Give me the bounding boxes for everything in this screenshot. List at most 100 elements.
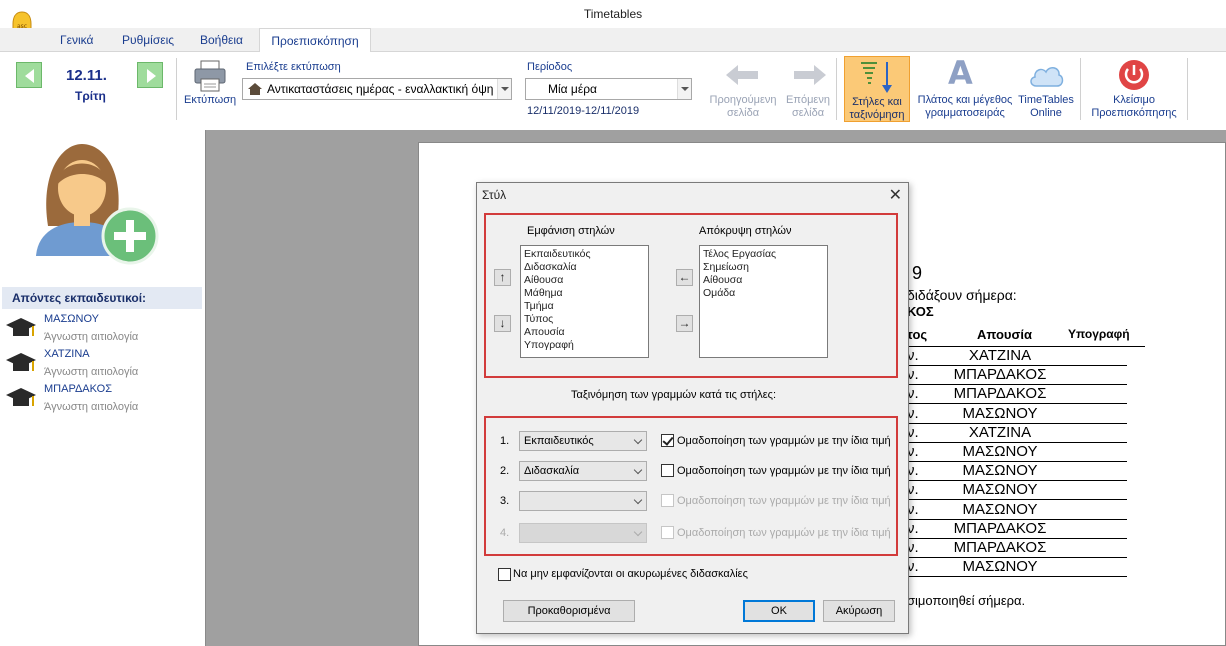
separator [1187, 58, 1188, 120]
ribbon-toolbar: 12.11. Τρίτη Εκτύπωση Επιλέξτε εκτύπωση … [0, 52, 1226, 130]
hidden-columns-list[interactable]: Τέλος Εργασίας Σημείωση Αίθουσα Ομάδα [699, 245, 828, 358]
list-item[interactable]: Αίθουσα [524, 274, 645, 287]
table-row-absence: ΜΑΣΩΝΟΥ [962, 462, 1038, 479]
font-size-button[interactable]: Πλάτος και μέγεθος γραμματοσειράς [914, 94, 1016, 120]
house-icon [248, 83, 262, 95]
period-range: 12/11/2019-12/11/2019 [527, 105, 640, 117]
table-row-absence: ΜΠΑΡΔΑΚΟΣ [953, 520, 1047, 537]
sort-column-select-2[interactable]: Διδασκαλία [519, 461, 647, 481]
close-icon[interactable]: ✕ [889, 185, 902, 205]
list-item[interactable]: Αίθουσα [703, 274, 824, 287]
chevron-down-icon [633, 495, 643, 505]
printer-icon[interactable] [193, 60, 227, 92]
move-up-button[interactable]: ↑ [494, 269, 511, 286]
table-row-line [907, 576, 1127, 577]
dialog-title: Στύλ [482, 188, 507, 202]
window-title: Timetables [583, 7, 643, 21]
list-item[interactable]: Τμήμα [524, 300, 645, 313]
hide-cancelled-checkbox[interactable] [498, 568, 511, 581]
add-teacher-avatar-icon[interactable] [30, 136, 162, 266]
shown-columns-list[interactable]: Εκπαιδευτικός Διδασκαλία Αίθουσα Μάθημα … [520, 245, 649, 358]
separator [176, 58, 177, 120]
sort-column-value: Διδασκαλία [524, 465, 580, 477]
move-down-button[interactable]: ↓ [494, 315, 511, 332]
chevron-down-icon [633, 465, 643, 475]
group-label: Ομαδοποίηση των γραμμών με την ίδια τιμή [677, 435, 891, 447]
period-select[interactable]: Μία μέρα [525, 78, 692, 100]
cancel-button[interactable]: Ακύρωση [823, 600, 895, 622]
print-type-select[interactable]: Αντικαταστάσεις ημέρας - εναλλακτική όψη [242, 78, 512, 100]
list-item[interactable]: Μάθημα [524, 287, 645, 300]
title-bar: Timetables [0, 0, 1226, 28]
page-fragment: 9 [912, 263, 923, 283]
current-date: 12.11. [66, 67, 107, 84]
page-fragment: ΚΟΣ [907, 304, 934, 319]
sort-columns-icon [861, 62, 892, 93]
timetables-online-button[interactable]: TimeTables Online [1017, 94, 1075, 120]
next-page-button[interactable]: Επόμενη σελίδα [783, 94, 833, 120]
absent-teacher-name[interactable]: ΜΑΣΩΝΟΥ [44, 313, 99, 325]
group-checkbox-2[interactable] [661, 464, 674, 477]
list-item[interactable]: Ομάδα [703, 287, 824, 300]
period-label: Περίοδος [527, 61, 573, 73]
group-checkbox-1[interactable] [661, 434, 674, 447]
columns-sort-button[interactable]: Στήλες και ταξινόμηση [844, 56, 910, 122]
absent-teacher-reason: Άγνωστη αιτιολογία [44, 401, 139, 413]
period-value: Μία μέρα [548, 82, 597, 96]
list-item[interactable]: Υπογραφή [524, 339, 645, 352]
list-item[interactable]: Τύπος [524, 313, 645, 326]
prev-page-button[interactable]: Προηγούμενη σελίδα [703, 94, 783, 120]
absent-teacher-name[interactable]: ΜΠΑΡΔΑΚΟΣ [44, 383, 112, 395]
menu-bar: Γενικά Ρυθμίσεις Βοήθεια Προεπισκόπηση [0, 28, 1226, 53]
sort-number: 1. [500, 435, 510, 447]
graduation-cap-icon [6, 318, 36, 336]
table-row-absence: ΜΑΣΩΝΟΥ [962, 405, 1038, 422]
power-icon [1119, 60, 1149, 90]
table-row-absence: ΜΑΣΩΝΟΥ [962, 558, 1038, 575]
list-item[interactable]: Εκπαιδευτικός [524, 248, 645, 261]
graduation-cap-icon [6, 353, 36, 371]
column-header: τος [907, 327, 928, 342]
sort-number: 4. [500, 527, 510, 539]
list-item[interactable]: Σημείωση [703, 261, 824, 274]
table-row-absence: ΜΠΑΡΔΑΚΟΣ [953, 385, 1047, 402]
separator [1080, 58, 1081, 120]
sort-column-value: Εκπαιδευτικός [524, 435, 594, 447]
defaults-button[interactable]: Προκαθορισμένα [503, 600, 635, 622]
tab-settings[interactable]: Ρυθμίσεις [112, 28, 184, 52]
columns-sort-label: Στήλες και ταξινόμηση [849, 96, 905, 121]
column-header: Απουσία [977, 327, 1032, 342]
shown-columns-title: Εμφάνιση στηλών [527, 225, 615, 237]
sort-column-select-4 [519, 523, 647, 543]
tab-general[interactable]: Γενικά [50, 28, 103, 52]
absent-teacher-name[interactable]: ΧΑΤΖΙΝΑ [44, 348, 90, 360]
absent-teachers-header: Απόντες εκπαιδευτικοί: [2, 287, 202, 309]
page-fragment: διδάξουν σήμερα: [907, 287, 1017, 303]
list-item[interactable]: Διδασκαλία [524, 261, 645, 274]
close-preview-button[interactable]: Κλείσιμο Προεπισκόπησης [1085, 94, 1183, 120]
list-item[interactable]: Απουσία [524, 326, 645, 339]
prev-day-button[interactable] [16, 62, 42, 88]
sort-column-select-1[interactable]: Εκπαιδευτικός [519, 431, 647, 451]
arrow-left-icon [25, 69, 34, 83]
page-footer-text: σιμοποιηθεί σήμερα. [907, 593, 1026, 608]
tab-help[interactable]: Βοήθεια [190, 28, 253, 52]
ok-button[interactable]: OK [743, 600, 815, 622]
choose-print-label: Επιλέξτε εκτύπωση [246, 61, 341, 73]
chevron-down-icon [633, 527, 643, 537]
column-header: Υπογραφή [1068, 327, 1130, 341]
show-column-button[interactable]: ← [676, 269, 693, 286]
hide-column-button[interactable]: → [676, 315, 693, 332]
tab-preview[interactable]: Προεπισκόπηση [259, 28, 371, 53]
graduation-cap-icon [6, 388, 36, 406]
sort-column-select-3[interactable] [519, 491, 647, 511]
list-item[interactable]: Τέλος Εργασίας [703, 248, 824, 261]
print-button-label[interactable]: Εκτύπωση [184, 94, 236, 107]
group-label: Ομαδοποίηση των γραμμών με την ίδια τιμή [677, 465, 891, 477]
hidden-columns-title: Απόκρυψη στηλών [699, 225, 792, 237]
group-checkbox-3 [661, 494, 674, 507]
table-row-absence: ΜΑΣΩΝΟΥ [962, 481, 1038, 498]
print-type-value: Αντικαταστάσεις ημέρας - εναλλακτική όψη [267, 82, 494, 96]
table-row-absence: ΜΠΑΡΔΑΚΟΣ [953, 539, 1047, 556]
next-day-button[interactable] [137, 62, 163, 88]
